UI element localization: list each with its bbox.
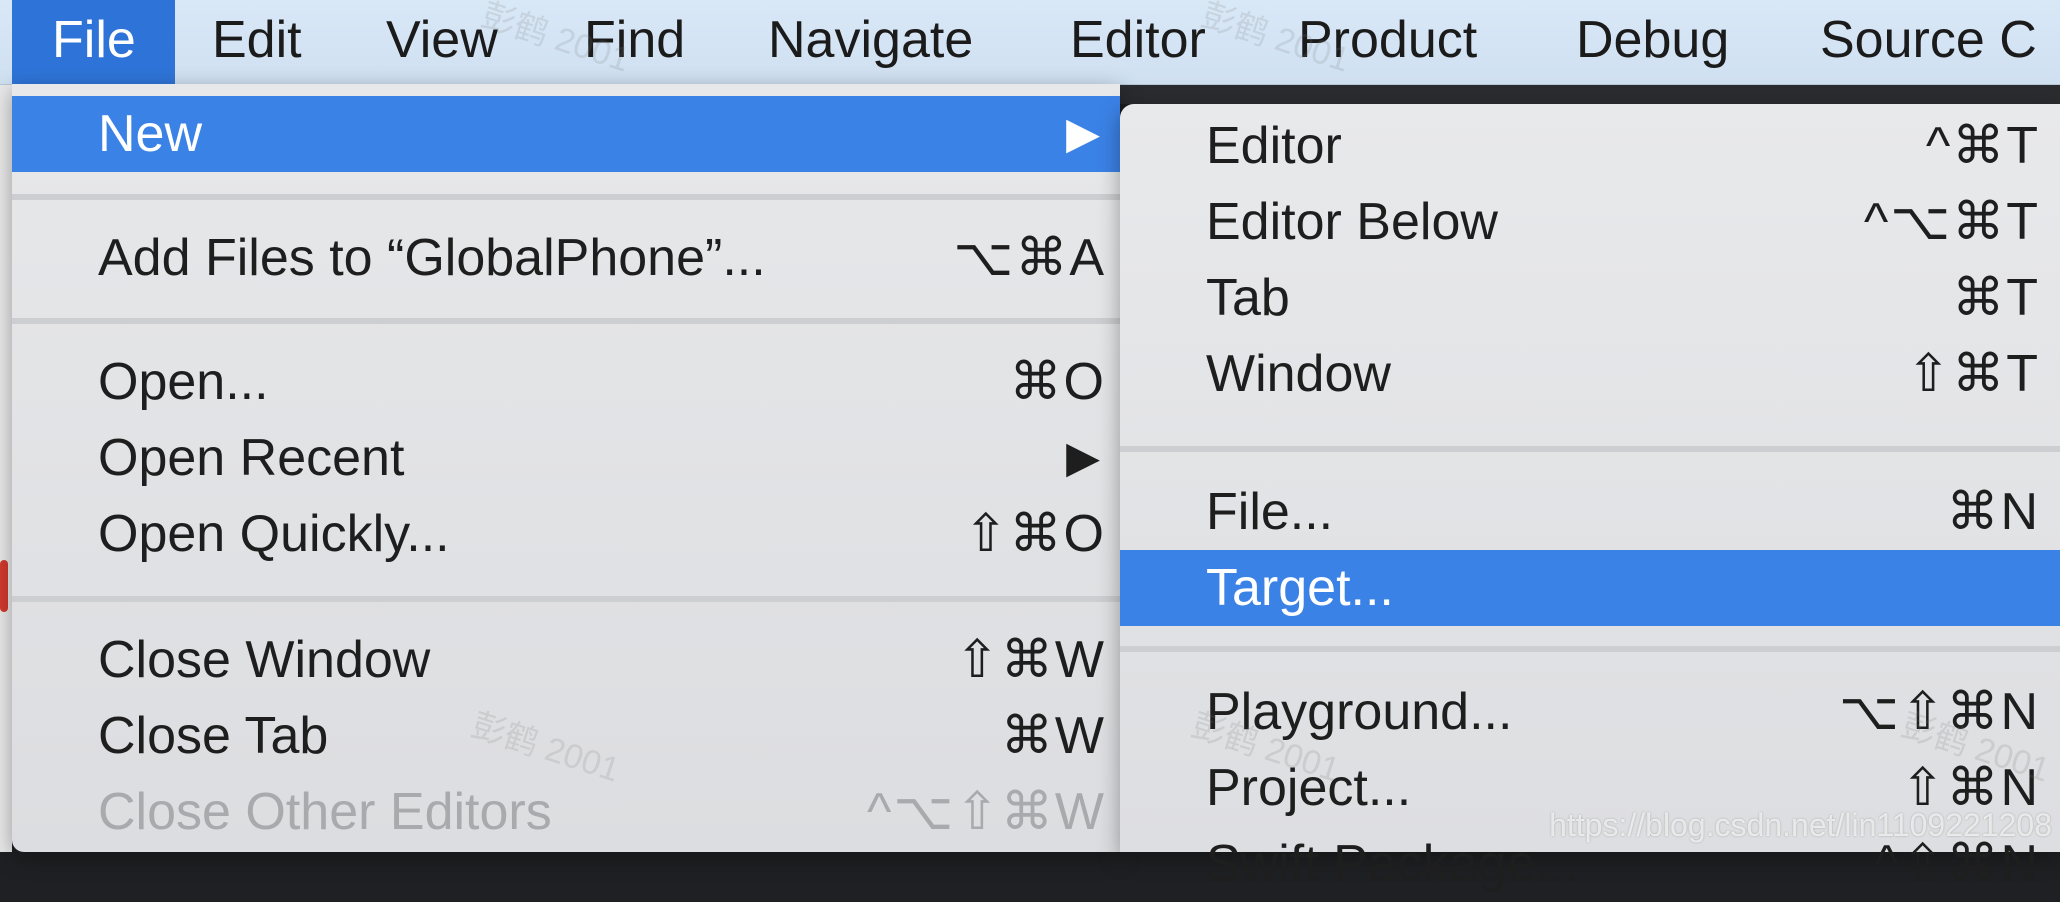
submenu-item-playground[interactable]: Playground... ⌥⇧⌘N <box>1120 674 2060 750</box>
menubar-debug[interactable]: Debug <box>1576 0 1729 84</box>
menu-item-close-tab[interactable]: Close Tab ⌘W <box>12 698 1120 774</box>
menu-item-label: File... <box>1206 483 1334 541</box>
submenu-item-target[interactable]: Target... <box>1120 550 2060 626</box>
menu-item-label: Swift Package... <box>1206 835 1579 893</box>
menu-item-open-quickly[interactable]: Open Quickly... ⇧⌘O <box>12 496 1120 572</box>
menu-separator <box>12 596 1120 602</box>
new-submenu: Editor ^⌘T Editor Below ^⌥⌘T Tab ⌘T Wind… <box>1120 104 2060 893</box>
menu-item-close-other-editors: Close Other Editors ^⌥⇧⌘W <box>12 774 1120 850</box>
submenu-item-window[interactable]: Window ⇧⌘T <box>1120 336 2060 412</box>
menu-item-shortcut: ⌘N <box>1946 483 2040 541</box>
menu-item-shortcut: ⌘T <box>1952 269 2040 327</box>
menu-item-label: Open Quickly... <box>98 505 450 563</box>
menu-separator <box>1120 646 2060 652</box>
menu-item-label: Tab <box>1206 269 1290 327</box>
menubar-edit[interactable]: Edit <box>212 0 302 84</box>
menu-bar: File Edit View Find Navigate Editor Prod… <box>0 0 2060 85</box>
submenu-item-tab[interactable]: Tab ⌘T <box>1120 260 2060 336</box>
menu-item-open[interactable]: Open... ⌘O <box>12 344 1120 420</box>
background-window-top <box>1120 84 2060 104</box>
submenu-item-editor-below[interactable]: Editor Below ^⌥⌘T <box>1120 184 2060 260</box>
watermark-url: https://blog.csdn.net/lin1109221208 <box>1549 807 2052 843</box>
menubar-find[interactable]: Find <box>584 0 685 84</box>
menu-item-open-recent[interactable]: Open Recent ▶ <box>12 420 1120 496</box>
menu-item-label: Open Recent <box>98 429 405 487</box>
menu-item-shortcut: ⇧⌘W <box>955 631 1106 689</box>
menu-item-shortcut: ⇧⌘O <box>963 505 1106 563</box>
menu-item-new[interactable]: New ▶ <box>12 96 1120 172</box>
submenu-arrow-icon: ▶ <box>1066 433 1100 482</box>
submenu-item-file[interactable]: File... ⌘N <box>1120 474 2060 550</box>
menu-item-add-files[interactable]: Add Files to “GlobalPhone”... ⌥⌘A <box>12 220 1120 296</box>
submenu-item-editor[interactable]: Editor ^⌘T <box>1120 108 2060 184</box>
file-menu: New ▶ Add Files to “GlobalPhone”... ⌥⌘A … <box>12 84 1120 852</box>
menu-item-label: Close Window <box>98 631 431 689</box>
menu-item-label: Playground... <box>1206 683 1513 741</box>
background-badge <box>0 560 8 612</box>
submenu-arrow-icon: ▶ <box>1066 109 1100 158</box>
menu-item-label: Close Other Editors <box>98 783 552 841</box>
menu-separator <box>1120 446 2060 452</box>
menu-item-shortcut: ^⌥⌘T <box>1863 193 2040 251</box>
menu-item-label: Close Tab <box>98 707 329 765</box>
menu-item-shortcut: ⌥⌘A <box>953 229 1106 287</box>
menu-item-shortcut: ^⌥⇧⌘W <box>867 783 1106 841</box>
menu-item-shortcut: ⌘O <box>1009 353 1106 411</box>
menu-item-shortcut: ^⌘T <box>1925 117 2040 175</box>
menu-item-label: Add Files to “GlobalPhone”... <box>98 229 766 287</box>
menu-item-label: Window <box>1206 345 1391 403</box>
menu-item-label: Editor Below <box>1206 193 1498 251</box>
menu-item-label: Open... <box>98 353 269 411</box>
menu-item-label: Project... <box>1206 759 1412 817</box>
menu-item-close-window[interactable]: Close Window ⇧⌘W <box>12 622 1120 698</box>
menu-item-label: New <box>98 105 203 163</box>
menu-separator <box>12 194 1120 200</box>
menubar-product[interactable]: Product <box>1298 0 1477 84</box>
background-window-left-edge <box>0 84 12 852</box>
menubar-file[interactable]: File <box>12 0 175 84</box>
menu-item-label: Editor <box>1206 117 1342 175</box>
menubar-navigate[interactable]: Navigate <box>768 0 973 84</box>
menubar-view[interactable]: View <box>386 0 498 84</box>
menu-separator <box>12 318 1120 324</box>
menu-item-label: Target... <box>1206 559 1394 617</box>
menubar-editor[interactable]: Editor <box>1070 0 1206 84</box>
menu-item-shortcut: ⌘W <box>1000 707 1106 765</box>
menu-item-shortcut: ⇧⌘T <box>1906 345 2040 403</box>
menubar-source-control[interactable]: Source C <box>1820 0 2037 84</box>
menu-item-shortcut: ⌥⇧⌘N <box>1838 683 2040 741</box>
